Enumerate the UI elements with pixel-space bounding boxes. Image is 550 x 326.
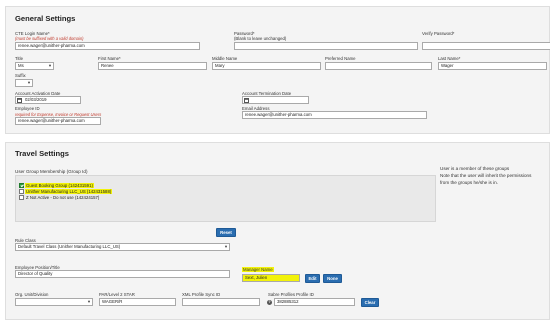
- xml-sync-input[interactable]: [182, 298, 260, 306]
- help-icon[interactable]: ?: [267, 299, 272, 305]
- group-note-line1: User is a member of these groups: [440, 166, 510, 171]
- login-input[interactable]: renee.wager@unither-pharma.com: [15, 42, 200, 50]
- activation-date-input[interactable]: 02/03/2019: [15, 96, 81, 104]
- group-note-line2: Note that the user will inherit the perm…: [440, 173, 532, 178]
- preferred-name-input[interactable]: [325, 62, 432, 70]
- manager-name-input[interactable]: Sext, Julien: [242, 274, 300, 282]
- title-select[interactable]: Ms ▾: [15, 62, 54, 70]
- group-label-z-not-active: Z Not Active - Do not use (142424157): [26, 194, 100, 200]
- email-input[interactable]: renee.wager@unither-pharma.com: [242, 111, 427, 119]
- xml-sync-label: XML Profile Sync ID: [182, 292, 221, 297]
- org-unit-label: Org. Unit/Division: [15, 292, 49, 297]
- employee-id-hint: required for Expense, Invoice or Request…: [15, 111, 102, 117]
- clear-button[interactable]: Clear: [361, 297, 379, 307]
- middle-name-input[interactable]: Mary: [212, 62, 321, 70]
- termination-date-input[interactable]: [242, 96, 309, 104]
- password-hint: (Blank to leave unchanged): [234, 36, 287, 41]
- par-input[interactable]: WAGER/R: [99, 298, 176, 306]
- preferred-name-label: Preferred Name: [325, 56, 356, 61]
- calendar-icon[interactable]: [17, 97, 22, 103]
- chevron-down-icon: ▾: [27, 80, 30, 85]
- activation-date-value: 02/03/2019: [25, 97, 47, 102]
- org-unit-select[interactable]: ▾: [15, 298, 93, 306]
- manager-name-value: Sext, Julien: [245, 275, 268, 280]
- group-membership-label: User Group Membership (Group Id): [15, 169, 88, 174]
- verify-password-label: Verify Password*: [422, 31, 455, 36]
- suffix-label: Suffix: [15, 73, 26, 78]
- none-manager-button[interactable]: None: [323, 273, 342, 283]
- last-name-input[interactable]: Wager: [438, 62, 547, 70]
- rule-class-select[interactable]: Default Travel Class (Unither Manufactur…: [15, 243, 230, 251]
- edit-manager-button[interactable]: Edit: [305, 273, 320, 283]
- group-label-unither: Unither Manufacturing LLC_US (142431588): [25, 188, 113, 194]
- title-select-value: Ms: [18, 63, 24, 68]
- sabre-profile-input[interactable]: 382885312: [274, 298, 355, 306]
- group-note-line3: from the groups he/she is in.: [440, 180, 498, 185]
- group-label-guest-booking: Guest Booking Group (142431591): [25, 182, 94, 188]
- group-checkbox-unither[interactable]: [19, 189, 24, 194]
- employee-id-label: Employee ID: [15, 106, 40, 111]
- position-input[interactable]: Director of Quality: [15, 270, 230, 278]
- reset-button[interactable]: Reset: [216, 228, 236, 237]
- title-label: Title: [15, 56, 23, 61]
- employee-id-input[interactable]: renee.wager@unither-pharma.com: [15, 117, 101, 125]
- rule-class-value: Default Travel Class (Unither Manufactur…: [18, 244, 121, 249]
- suffix-select[interactable]: ▾: [15, 79, 33, 87]
- chevron-down-icon: ▾: [224, 244, 227, 249]
- sabre-profile-label: Sabre Profiles Profile ID: [268, 292, 314, 297]
- travel-settings-title: Travel Settings: [15, 149, 70, 158]
- general-settings-title: General Settings: [15, 14, 76, 23]
- calendar-icon[interactable]: [244, 97, 249, 103]
- first-name-input[interactable]: Renee: [98, 62, 207, 70]
- last-name-label: Last Name*: [438, 56, 461, 61]
- chevron-down-icon: ▾: [87, 299, 90, 304]
- group-checkbox-z-not-active[interactable]: [19, 195, 24, 200]
- manager-name-label: Manager Name: [242, 267, 274, 272]
- middle-name-label: Middle Name: [212, 56, 238, 61]
- par-label: PAR/Level 2 STAR: [99, 292, 135, 297]
- password-input[interactable]: [234, 42, 418, 50]
- group-checkbox-guest-booking[interactable]: [19, 183, 24, 188]
- login-hint: (must be suffixed with a valid domain): [15, 36, 84, 41]
- first-name-label: First Name*: [98, 56, 121, 61]
- verify-password-input[interactable]: [422, 42, 550, 50]
- chevron-down-icon: ▾: [48, 63, 51, 68]
